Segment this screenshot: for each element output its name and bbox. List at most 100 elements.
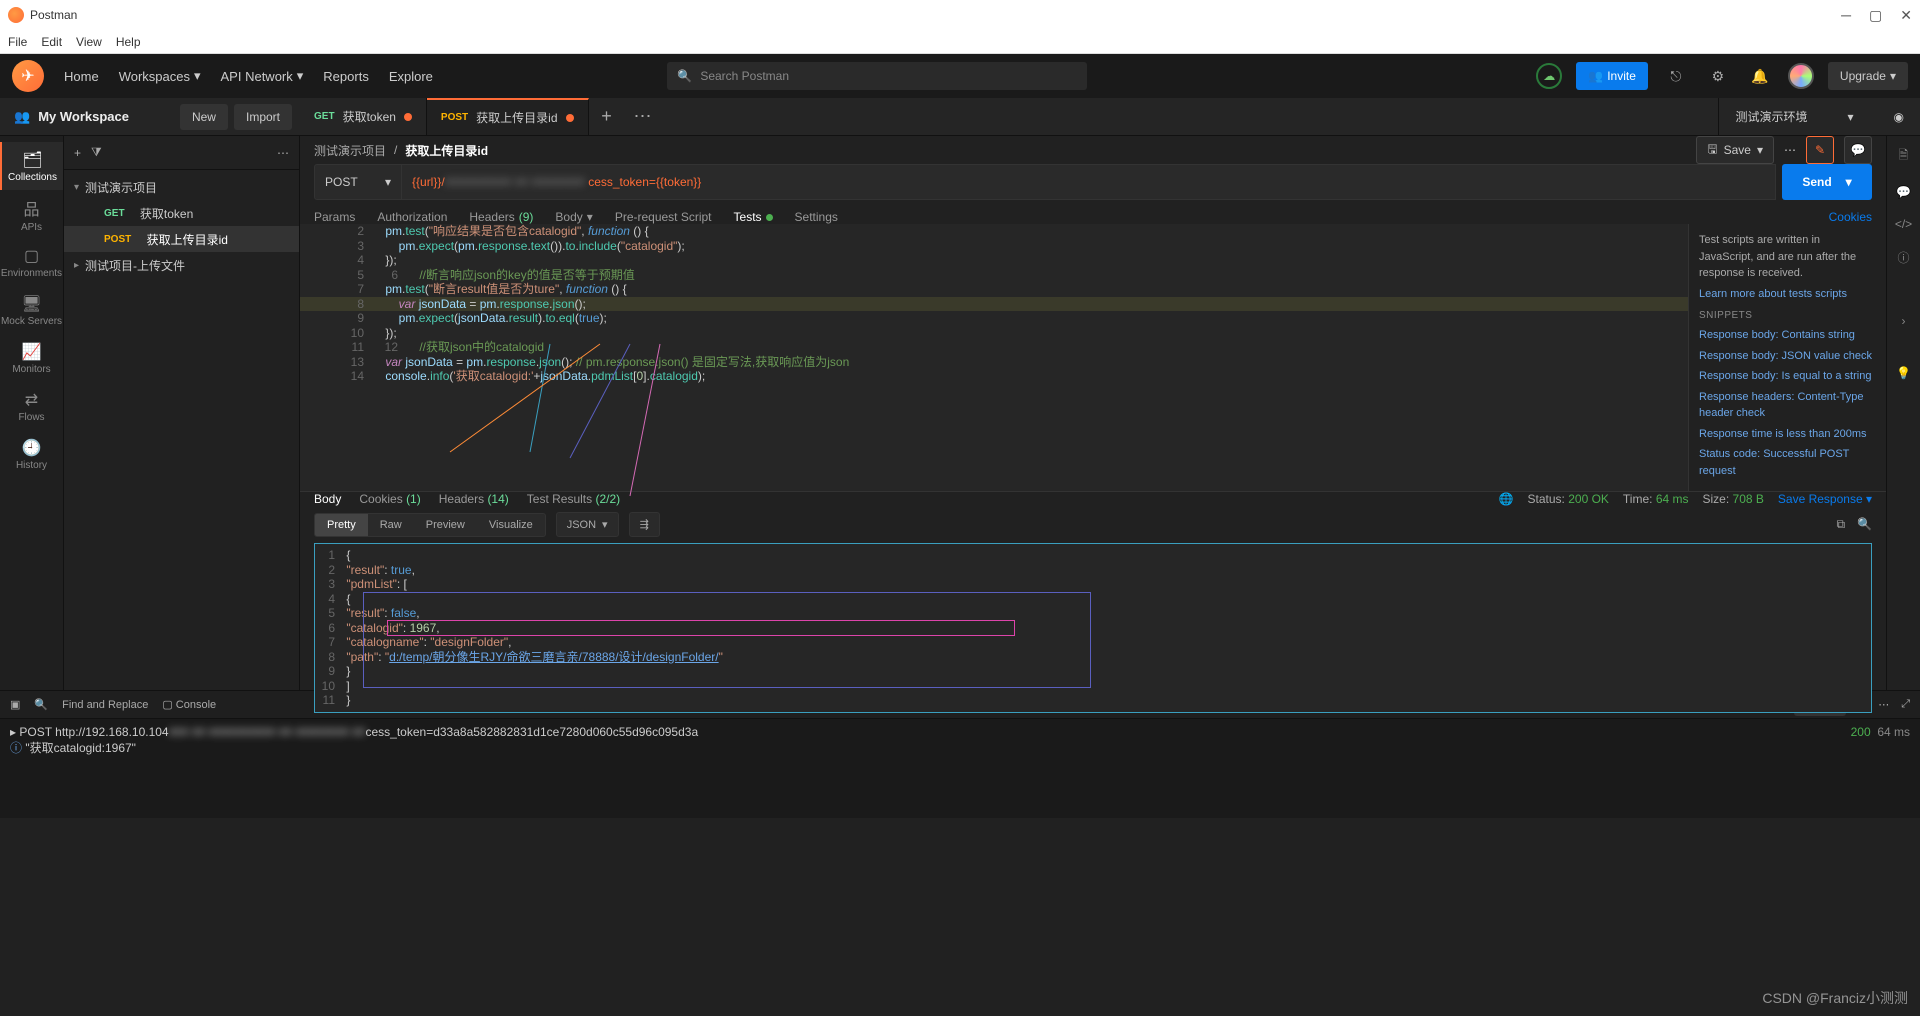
tab-headers[interactable]: Headers (9) bbox=[469, 210, 533, 224]
rail-apis[interactable]: 品APIs bbox=[0, 190, 63, 238]
find-replace-tab[interactable]: Find and Replace bbox=[62, 699, 148, 711]
rail-environments[interactable]: ▢Environments bbox=[0, 238, 63, 286]
view-visualize[interactable]: Visualize bbox=[477, 514, 545, 536]
sync-icon[interactable]: ☁ bbox=[1536, 63, 1562, 89]
capture-icon[interactable]: ⎋ bbox=[1662, 62, 1690, 90]
view-pretty[interactable]: Pretty bbox=[315, 514, 368, 536]
collection-folder[interactable]: ▾测试演示项目 bbox=[64, 174, 299, 200]
snippet-item[interactable]: Response body: Contains string bbox=[1699, 327, 1876, 344]
import-button[interactable]: Import bbox=[234, 104, 292, 130]
resp-tab-tests[interactable]: Test Results (2/2) bbox=[527, 492, 620, 506]
tab-auth[interactable]: Authorization bbox=[377, 210, 447, 224]
menu-view[interactable]: View bbox=[76, 35, 102, 49]
request-tab[interactable]: POST 获取上传目录id bbox=[427, 98, 589, 135]
search-icon[interactable]: 🔍 bbox=[34, 698, 48, 711]
method-select[interactable]: POST▾ bbox=[314, 164, 402, 200]
nav-reports[interactable]: Reports bbox=[323, 68, 369, 84]
window-minimize-icon[interactable]: ─ bbox=[1841, 7, 1851, 24]
rail-flows[interactable]: ⇄Flows bbox=[0, 382, 63, 430]
search-response-icon[interactable]: 🔍 bbox=[1857, 517, 1872, 532]
edit-icon[interactable]: ✎ bbox=[1806, 136, 1834, 164]
collection-item[interactable]: POST 获取上传目录id bbox=[64, 226, 299, 252]
code-icon[interactable]: </> bbox=[1895, 217, 1912, 231]
upgrade-button[interactable]: Upgrade ▾ bbox=[1828, 62, 1908, 90]
copy-icon[interactable]: ⧉ bbox=[1836, 517, 1845, 532]
rail-mock-servers[interactable]: 🖥Mock Servers bbox=[0, 286, 63, 334]
add-icon[interactable]: + bbox=[74, 146, 81, 160]
response-json[interactable]: 1 { 2 "result": true, 3 "pdmList": [ 4 {… bbox=[314, 543, 1872, 713]
resp-tab-body[interactable]: Body bbox=[314, 492, 341, 506]
resp-tab-headers[interactable]: Headers (14) bbox=[439, 492, 509, 506]
rail-history[interactable]: 🕘History bbox=[0, 430, 63, 478]
tests-code-editor[interactable]: 2 pm.test("响应结果是否包含catalogid", function … bbox=[300, 224, 1688, 491]
workspace-label[interactable]: 👥 My Workspace bbox=[0, 109, 143, 125]
learn-more-link[interactable]: Learn more about tests scripts bbox=[1699, 286, 1876, 303]
snippet-item[interactable]: Status code: Successful POST request bbox=[1699, 446, 1876, 479]
environment-quicklook-icon[interactable]: ◉ bbox=[1894, 110, 1904, 124]
tab-settings[interactable]: Settings bbox=[795, 210, 838, 224]
send-button[interactable]: Send▾ bbox=[1782, 164, 1872, 200]
collection-item[interactable]: GET 获取token bbox=[64, 200, 299, 226]
comments-icon[interactable]: 💬 bbox=[1896, 185, 1911, 199]
save-response-button[interactable]: Save Response ▾ bbox=[1778, 492, 1872, 506]
more-icon[interactable]: ⋯ bbox=[277, 146, 289, 160]
chevron-right-icon: ▸ bbox=[74, 260, 79, 271]
search-input[interactable]: 🔍 Search Postman bbox=[667, 62, 1087, 90]
notifications-icon[interactable]: 🔔 bbox=[1746, 62, 1774, 90]
snippet-item[interactable]: Response headers: Content-Type header ch… bbox=[1699, 389, 1876, 422]
more-icon[interactable]: ⋯ bbox=[1784, 143, 1796, 157]
breadcrumb-parent[interactable]: 测试演示项目 bbox=[314, 142, 386, 159]
resp-tab-cookies[interactable]: Cookies (1) bbox=[359, 492, 420, 506]
menu-file[interactable]: File bbox=[8, 35, 27, 49]
docs-icon[interactable]: 🗎 bbox=[1899, 146, 1909, 167]
new-button[interactable]: New bbox=[180, 104, 228, 130]
wrap-lines-icon[interactable]: ⇶ bbox=[629, 512, 660, 537]
more-icon[interactable]: ⋯ bbox=[1878, 698, 1889, 711]
tab-params[interactable]: Params bbox=[314, 210, 355, 224]
url-input[interactable]: {{url}}/########## ## ######## cess_toke… bbox=[402, 164, 1776, 200]
environment-picker[interactable]: 测试演示环境 ▾ ◉ bbox=[1718, 98, 1920, 135]
nav-home[interactable]: Home bbox=[64, 68, 99, 84]
view-preview[interactable]: Preview bbox=[414, 514, 477, 536]
snippet-item[interactable]: Response body: Is equal to a string bbox=[1699, 368, 1876, 385]
snippet-item[interactable]: Response body: JSON value check bbox=[1699, 348, 1876, 365]
window-maximize-icon[interactable]: ▢ bbox=[1869, 7, 1882, 24]
info-icon[interactable]: ⓘ bbox=[1897, 249, 1909, 266]
expand-icon[interactable]: ⤢ bbox=[1901, 698, 1910, 711]
runner-button[interactable]: ✈ bbox=[12, 60, 44, 92]
collapse-icon[interactable]: ▣ bbox=[10, 698, 20, 711]
nav-api-network[interactable]: API Network ▾ bbox=[221, 68, 304, 84]
arrow-right-icon[interactable]: › bbox=[1902, 314, 1906, 328]
tab-body[interactable]: Body ▾ bbox=[555, 210, 592, 224]
filter-icon[interactable]: ⧩ bbox=[91, 145, 102, 160]
console-output[interactable]: ▸ POST http://192.168.10.104### ## #####… bbox=[0, 718, 1920, 818]
new-tab-button[interactable]: + bbox=[589, 98, 625, 135]
menu-help[interactable]: Help bbox=[116, 35, 141, 49]
rail-collections[interactable]: 🗂Collections bbox=[0, 142, 63, 190]
snippets-description: Test scripts are written in JavaScript, … bbox=[1699, 232, 1876, 282]
settings-icon[interactable]: ⚙ bbox=[1704, 62, 1732, 90]
globe-icon[interactable]: 🌐 bbox=[1499, 492, 1514, 506]
invite-button[interactable]: 👥Invite bbox=[1576, 62, 1648, 90]
snippet-item[interactable]: Response time is less than 200ms bbox=[1699, 426, 1876, 443]
tab-overflow-icon[interactable]: ⋯ bbox=[625, 98, 661, 135]
save-button[interactable]: 🖫Save▾ bbox=[1696, 136, 1774, 164]
request-tab[interactable]: GET 获取token bbox=[300, 98, 427, 135]
nav-workspaces[interactable]: Workspaces ▾ bbox=[119, 68, 201, 84]
tab-tests[interactable]: Tests bbox=[734, 210, 773, 224]
avatar[interactable] bbox=[1788, 63, 1814, 89]
window-close-icon[interactable]: ✕ bbox=[1900, 7, 1912, 24]
tab-name: 获取上传目录id bbox=[476, 109, 557, 126]
view-raw[interactable]: Raw bbox=[368, 514, 414, 536]
rail-monitors[interactable]: 📈Monitors bbox=[0, 334, 63, 382]
lightbulb-icon[interactable]: 💡 bbox=[1896, 366, 1911, 380]
comments-icon[interactable]: 💬 bbox=[1844, 136, 1872, 164]
view-mode-toggle[interactable]: Pretty Raw Preview Visualize bbox=[314, 513, 546, 537]
format-select[interactable]: JSON ▾ bbox=[556, 512, 619, 537]
collection-folder[interactable]: ▸测试项目-上传文件 bbox=[64, 252, 299, 278]
menu-edit[interactable]: Edit bbox=[41, 35, 62, 49]
cookies-link[interactable]: Cookies bbox=[1829, 210, 1872, 224]
nav-explore[interactable]: Explore bbox=[389, 68, 433, 84]
tab-prerequest[interactable]: Pre-request Script bbox=[615, 210, 712, 224]
console-tab[interactable]: ▢ Console bbox=[162, 698, 216, 711]
